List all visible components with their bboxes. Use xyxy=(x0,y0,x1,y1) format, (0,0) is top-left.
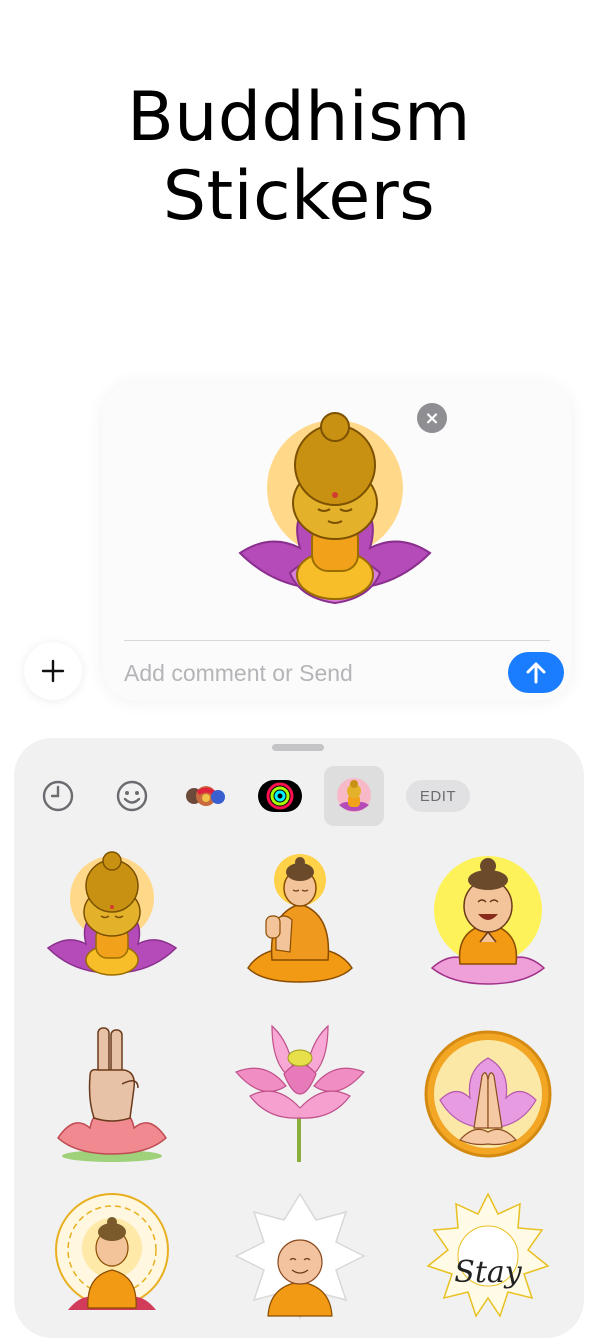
send-button[interactable] xyxy=(508,652,564,693)
sticker-pink-lotus-flower[interactable] xyxy=(232,1024,368,1164)
emoji-smiley-icon xyxy=(116,780,148,812)
tab-activity[interactable] xyxy=(250,766,310,826)
edit-button[interactable]: EDIT xyxy=(406,780,470,812)
sticker-mandala-buddha[interactable] xyxy=(44,1190,180,1330)
sticker-drawer: EDIT Stay xyxy=(14,738,584,1338)
sticker-laughing-buddha-yellow-halo[interactable] xyxy=(420,850,556,990)
add-button[interactable] xyxy=(24,642,82,700)
tab-buddhism-stickers[interactable] xyxy=(324,766,384,826)
tab-recents[interactable] xyxy=(28,766,88,826)
comment-input[interactable] xyxy=(124,653,484,693)
sticker-stay-mandala[interactable]: Stay xyxy=(420,1190,556,1330)
compose-card: × xyxy=(102,383,572,701)
divider xyxy=(124,640,550,641)
tab-memoji[interactable] xyxy=(176,766,236,826)
sticker-smiling-monk-mandala[interactable] xyxy=(232,1190,368,1330)
arrow-up-icon xyxy=(526,662,546,683)
activity-rings-icon xyxy=(258,780,302,812)
drawer-grabber[interactable] xyxy=(272,744,324,751)
buddhism-stickers-icon xyxy=(337,778,371,812)
memoji-stickers-icon xyxy=(186,786,225,806)
sticker-baby-buddha-lotus[interactable] xyxy=(44,850,180,990)
sticker-tabbar: EDIT xyxy=(14,766,584,828)
stay-text: Stay xyxy=(454,1255,522,1290)
baby-buddha-lotus-sticker[interactable] xyxy=(230,403,440,623)
plus-icon xyxy=(41,659,65,683)
recents-clock-icon xyxy=(42,780,74,812)
sticker-meditating-buddha-orange-robe[interactable] xyxy=(232,850,368,990)
close-icon[interactable]: × xyxy=(417,403,447,433)
sticker-praying-hands-lotus-circle[interactable] xyxy=(420,1024,556,1164)
sticker-blessing-hand-on-lotus[interactable] xyxy=(44,1024,180,1164)
tab-emoji[interactable] xyxy=(102,766,162,826)
app-title: Buddhism Stickers xyxy=(127,78,471,236)
